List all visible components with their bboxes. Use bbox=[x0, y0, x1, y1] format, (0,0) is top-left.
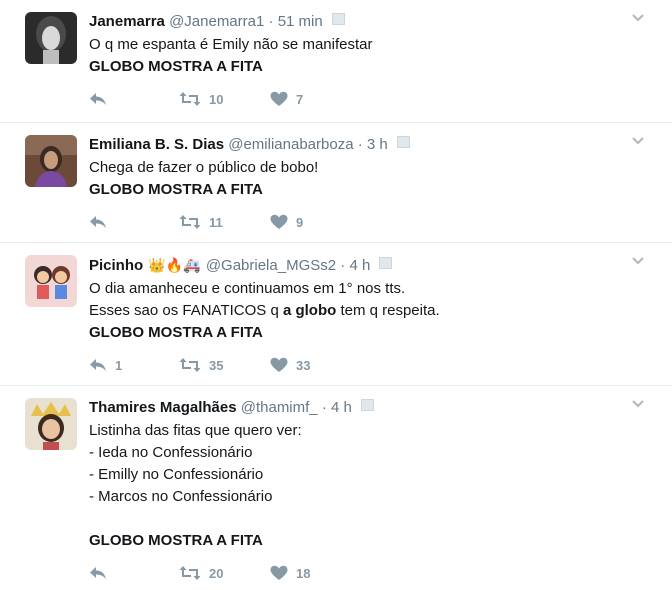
tweet-text-line: O q me espanta é Emily não se manifestar bbox=[89, 36, 373, 53]
user-handle[interactable]: @Janemarra1 bbox=[169, 13, 264, 30]
tweet-text: Chega de fazer o público de bobo! GLOBO … bbox=[89, 157, 622, 201]
timeline: Janemarra @Janemarra1 · 51 min O q me es… bbox=[0, 0, 672, 590]
reply-button[interactable] bbox=[89, 214, 179, 230]
user-fullname[interactable]: Picinho bbox=[89, 257, 143, 274]
tweet[interactable]: Janemarra @Janemarra1 · 51 min O q me es… bbox=[0, 0, 672, 123]
chevron-down-icon[interactable] bbox=[632, 135, 644, 147]
user-handle[interactable]: @thamimf_ bbox=[241, 399, 318, 416]
screen-icon bbox=[396, 136, 410, 148]
chevron-down-icon[interactable] bbox=[632, 398, 644, 410]
user-fullname[interactable]: Janemarra bbox=[89, 13, 165, 30]
retweet-count: 11 bbox=[209, 214, 223, 230]
tweet-header: Emiliana B. S. Dias @emilianabarboza · 3… bbox=[89, 135, 622, 155]
like-button[interactable]: 7 bbox=[270, 91, 350, 107]
reply-button[interactable] bbox=[89, 91, 179, 107]
retweet-icon bbox=[179, 565, 201, 581]
tweet-actions: 1 35 33 bbox=[89, 355, 350, 375]
separator: · bbox=[340, 257, 346, 274]
tweet-text-line: GLOBO MOSTRA A FITA bbox=[89, 181, 263, 198]
retweet-count: 20 bbox=[209, 565, 224, 581]
avatar[interactable] bbox=[25, 255, 77, 307]
tweet-text-line: GLOBO MOSTRA A FITA bbox=[89, 532, 263, 549]
tweet[interactable]: Emiliana B. S. Dias @emilianabarboza · 3… bbox=[0, 123, 672, 243]
timestamp[interactable]: 3 h bbox=[367, 136, 388, 153]
timestamp[interactable]: 4 h bbox=[349, 257, 370, 274]
like-button[interactable]: 9 bbox=[270, 214, 350, 230]
tweet-text-line: GLOBO MOSTRA A FITA bbox=[89, 324, 263, 341]
like-count: 9 bbox=[296, 214, 304, 230]
tweet-text-part: Esses sao os FANATICOS q bbox=[89, 302, 283, 319]
user-handle[interactable]: @Gabriela_MGSs2 bbox=[206, 257, 336, 274]
timestamp[interactable]: 4 h bbox=[331, 399, 352, 416]
heart-icon bbox=[270, 357, 288, 373]
avatar[interactable] bbox=[25, 398, 77, 450]
heart-icon bbox=[270, 91, 288, 107]
tweet-header: Janemarra @Janemarra1 · 51 min bbox=[89, 12, 622, 32]
tweet[interactable]: Picinho 👑🔥🚑 @Gabriela_MGSs2 · 4 h O dia … bbox=[0, 243, 672, 386]
tweet-text-highlight: a globo bbox=[282, 302, 337, 319]
avatar-image-janemarra bbox=[25, 12, 77, 64]
avatar-image-picinho bbox=[25, 255, 77, 307]
emoji-badges: 👑🔥🚑 bbox=[148, 257, 201, 273]
like-button[interactable]: 18 bbox=[270, 565, 350, 581]
chevron-down-icon[interactable] bbox=[632, 12, 644, 24]
retweet-button[interactable]: 11 bbox=[179, 214, 270, 230]
heart-icon bbox=[270, 565, 288, 581]
tweet-header: Thamires Magalhães @thamimf_ · 4 h bbox=[89, 398, 622, 418]
like-count: 33 bbox=[296, 357, 311, 373]
separator: · bbox=[321, 399, 327, 416]
retweet-icon bbox=[179, 214, 201, 230]
reply-icon bbox=[89, 91, 107, 107]
screen-icon bbox=[361, 399, 375, 411]
user-fullname[interactable]: Thamires Magalhães bbox=[89, 399, 237, 416]
avatar-image-thamires bbox=[25, 398, 77, 450]
avatar[interactable] bbox=[25, 135, 77, 187]
tweet-text-part: tem q respeita. bbox=[336, 302, 440, 319]
retweet-button[interactable]: 20 bbox=[179, 565, 270, 581]
separator: · bbox=[357, 136, 363, 153]
tweet-header: Picinho 👑🔥🚑 @Gabriela_MGSs2 · 4 h bbox=[89, 255, 622, 276]
avatar-image-emiliana bbox=[25, 135, 77, 187]
reply-button[interactable]: 1 bbox=[89, 357, 179, 373]
heart-icon bbox=[270, 214, 288, 230]
like-count: 18 bbox=[296, 565, 311, 581]
screen-icon bbox=[331, 13, 345, 25]
tweet-text-line: Chega de fazer o público de bobo! bbox=[89, 159, 319, 176]
retweet-icon bbox=[179, 357, 201, 373]
tweet[interactable]: Thamires Magalhães @thamimf_ · 4 h Listi… bbox=[0, 386, 672, 590]
retweet-count: 10 bbox=[209, 91, 224, 107]
reply-count: 1 bbox=[115, 357, 123, 373]
retweet-button[interactable]: 35 bbox=[179, 357, 270, 373]
screen-icon bbox=[379, 257, 393, 269]
reply-icon bbox=[89, 565, 107, 581]
separator: · bbox=[268, 13, 274, 30]
timestamp[interactable]: 51 min bbox=[278, 13, 323, 30]
like-button[interactable]: 33 bbox=[270, 357, 350, 373]
tweet-text-line: Esses sao os FANATICOS q a globo tem q r… bbox=[89, 300, 622, 322]
tweet-actions: 11 9 bbox=[89, 212, 350, 232]
chevron-down-icon[interactable] bbox=[632, 255, 644, 267]
reply-icon bbox=[89, 214, 107, 230]
tweet-text-line: - Marcos no Confessionário bbox=[89, 488, 273, 505]
reply-button[interactable] bbox=[89, 565, 179, 581]
reply-icon bbox=[89, 357, 107, 373]
retweet-button[interactable]: 10 bbox=[179, 91, 270, 107]
tweet-text: Listinha das fitas que quero ver: - Ieda… bbox=[89, 420, 622, 552]
like-count: 7 bbox=[296, 91, 304, 107]
retweet-icon bbox=[179, 91, 201, 107]
tweet-actions: 20 18 bbox=[89, 563, 350, 583]
tweet-text-line: O dia amanheceu e continuamos em 1° nos … bbox=[89, 280, 406, 297]
tweet-text-line: GLOBO MOSTRA A FITA bbox=[89, 58, 263, 75]
tweet-text-line: - Ieda no Confessionário bbox=[89, 444, 253, 461]
tweet-text-line: - Emilly no Confessionário bbox=[89, 466, 264, 483]
retweet-count: 35 bbox=[209, 357, 224, 373]
user-fullname[interactable]: Emiliana B. S. Dias bbox=[89, 136, 224, 153]
tweet-text: O q me espanta é Emily não se manifestar… bbox=[89, 34, 622, 78]
tweet-text-line: Listinha das fitas que quero ver: bbox=[89, 422, 302, 439]
tweet-text: O dia amanheceu e continuamos em 1° nos … bbox=[89, 278, 622, 344]
avatar[interactable] bbox=[25, 12, 77, 64]
tweet-actions: 10 7 bbox=[89, 89, 350, 109]
user-handle[interactable]: @emilianabarboza bbox=[228, 136, 353, 153]
